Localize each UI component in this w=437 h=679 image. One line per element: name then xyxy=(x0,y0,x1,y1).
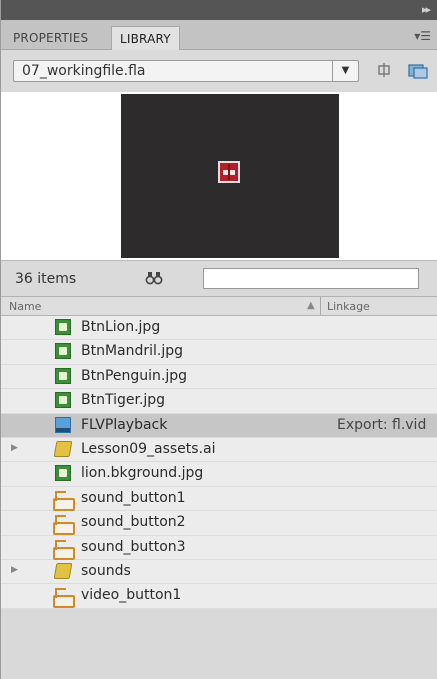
list-item-selected[interactable]: FLVPlayback Export: fl.vid xyxy=(1,413,437,438)
item-name: sounds xyxy=(81,562,131,579)
item-name: BtnMandril.jpg xyxy=(81,343,184,360)
list-item[interactable]: BtnPenguin.jpg xyxy=(1,365,437,390)
list-item[interactable]: sound_button2 xyxy=(1,511,437,536)
bitmap-icon xyxy=(55,392,71,409)
item-name: video_button1 xyxy=(81,587,182,604)
library-item-list: BtnLion.jpg BtnMandril.jpg BtnPenguin.jp… xyxy=(1,316,437,609)
button-symbol-icon xyxy=(53,490,75,511)
item-name: lion.bkground.jpg xyxy=(81,465,204,482)
column-linkage[interactable]: Linkage xyxy=(327,300,370,313)
column-name[interactable]: Name xyxy=(9,300,41,313)
tab-properties[interactable]: PROPERTIES xyxy=(5,26,96,50)
count-search-row: 36 items xyxy=(1,260,437,296)
item-name: BtnTiger.jpg xyxy=(81,392,166,409)
item-name: sound_button1 xyxy=(81,489,186,506)
sort-ascending-icon[interactable]: ▲ xyxy=(307,300,315,311)
expand-arrow-icon[interactable]: ▶ xyxy=(11,565,18,575)
list-item[interactable]: sound_button1 xyxy=(1,487,437,512)
item-name: Lesson09_assets.ai xyxy=(81,440,216,457)
bitmap-icon xyxy=(55,465,71,482)
item-count: 36 items xyxy=(15,271,77,287)
item-name: sound_button3 xyxy=(81,538,186,555)
list-header: Name ▲ Linkage xyxy=(1,296,437,316)
list-item[interactable]: video_button1 xyxy=(1,584,437,609)
list-item[interactable]: BtnLion.jpg xyxy=(1,316,437,341)
chevron-down-icon[interactable]: ▼ xyxy=(332,61,358,81)
list-item[interactable]: lion.bkground.jpg xyxy=(1,462,437,487)
list-item[interactable]: sound_button3 xyxy=(1,536,437,560)
preview-stage xyxy=(121,94,339,258)
panel-menu-icon[interactable]: ▾☰ xyxy=(414,29,431,43)
folder-icon xyxy=(53,440,73,457)
document-select-value: 07_workingfile.fla xyxy=(22,63,146,79)
button-symbol-icon xyxy=(53,587,75,609)
bitmap-icon xyxy=(55,319,71,335)
panel-titlebar[interactable]: ▸▸ xyxy=(1,0,437,20)
list-item[interactable]: BtnTiger.jpg xyxy=(1,389,437,414)
folder-icon xyxy=(53,562,73,579)
list-item[interactable]: BtnMandril.jpg xyxy=(1,340,437,365)
button-symbol-icon xyxy=(53,514,75,536)
item-name: sound_button2 xyxy=(81,514,186,531)
pin-library-icon[interactable] xyxy=(376,62,394,80)
item-name: FLVPlayback xyxy=(81,416,168,433)
item-name: BtnPenguin.jpg xyxy=(81,367,188,384)
item-linkage: Export: fl.vid xyxy=(337,416,427,433)
symbol-preview xyxy=(1,92,437,260)
file-selector-row: 07_workingfile.fla ▼ xyxy=(1,50,437,92)
collapse-icon[interactable]: ▸▸ xyxy=(422,3,431,16)
flv-component-icon xyxy=(218,161,240,183)
bitmap-icon xyxy=(55,343,71,360)
list-item[interactable]: ▶ sounds xyxy=(1,560,437,585)
column-divider[interactable] xyxy=(320,297,321,315)
bitmap-icon xyxy=(55,367,71,384)
expand-arrow-icon[interactable]: ▶ xyxy=(11,443,18,453)
button-symbol-icon xyxy=(53,539,75,560)
item-name: BtnLion.jpg xyxy=(81,319,161,335)
library-search-input[interactable] xyxy=(203,268,419,289)
document-select[interactable]: 07_workingfile.fla ▼ xyxy=(13,60,359,82)
library-panel: ▸▸ PROPERTIES LIBRARY ▾☰ 07_workingfile.… xyxy=(0,0,437,679)
binoculars-icon xyxy=(145,271,163,289)
panel-tabbar: PROPERTIES LIBRARY ▾☰ xyxy=(1,20,437,50)
list-item[interactable]: ▶ Lesson09_assets.ai xyxy=(1,438,437,463)
tab-library[interactable]: LIBRARY xyxy=(111,26,180,50)
new-library-panel-icon[interactable] xyxy=(407,62,429,80)
video-component-icon xyxy=(55,416,71,433)
